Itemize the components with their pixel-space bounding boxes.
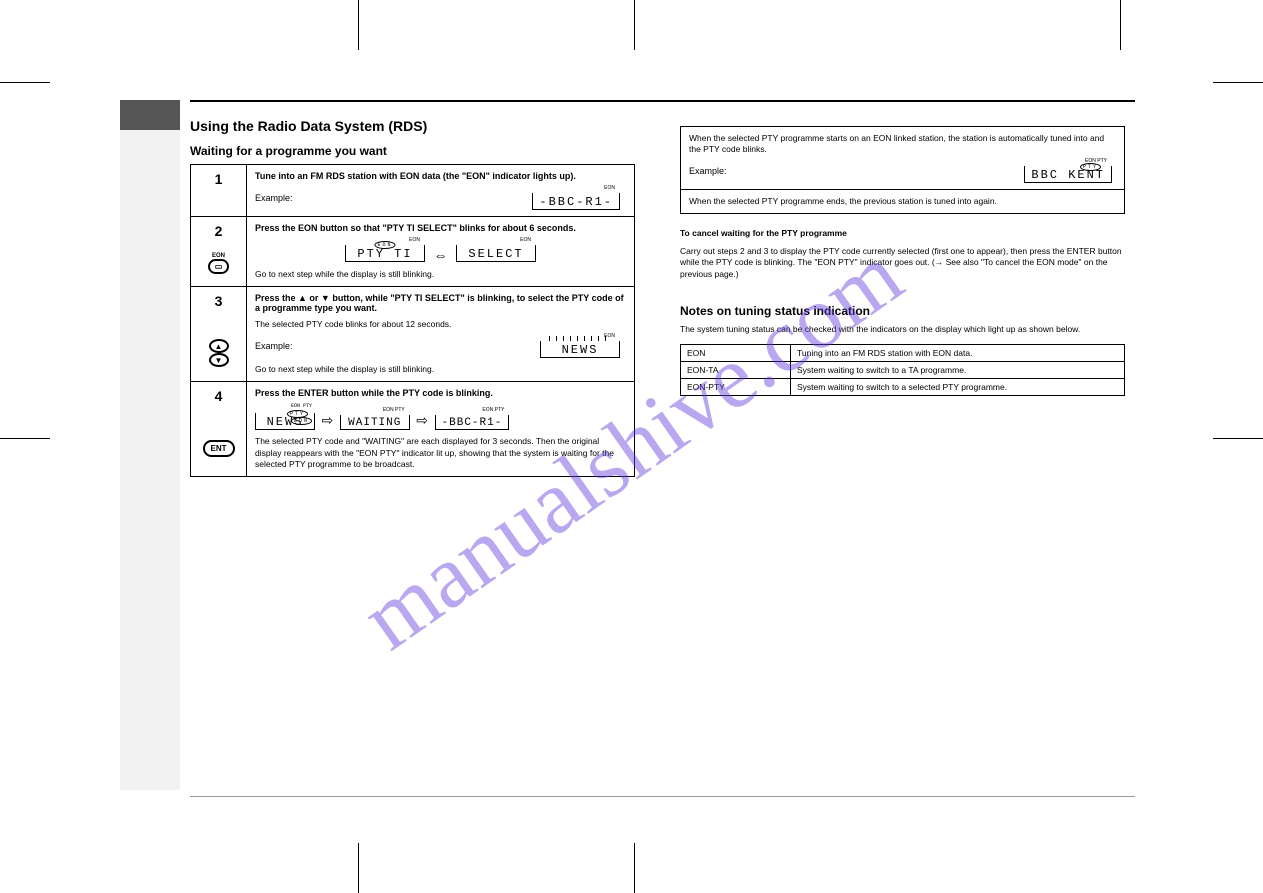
step-num-1: 1: [191, 165, 247, 217]
eon-indicator-table: EON Tuning into an FM RDS station with E…: [680, 344, 1125, 396]
step-body-4: Press the ENTER button while the PTY cod…: [247, 382, 635, 477]
lcd-pty-ti: EON EON PTY TI: [345, 245, 425, 262]
lcd-select: EON SELECT: [456, 245, 536, 262]
lcd-bbc-r1-2: EON PTY -BBC-R1-: [435, 415, 510, 430]
steps-table: 1 Tune into an FM RDS station with EON d…: [190, 164, 635, 477]
step1-example-label: Example:: [255, 193, 293, 203]
step2-note: Go to next step while the display is sti…: [255, 269, 626, 280]
content-area: Using the Radio Data System (RDS) Waitin…: [190, 100, 1135, 477]
top-rule: [190, 100, 1135, 102]
double-arrow-icon: ⇔: [434, 247, 448, 263]
step3-note: Go to next step while the display is sti…: [255, 364, 626, 375]
cancel-text: Carry out steps 2 and 3 to display the P…: [680, 246, 1125, 280]
lcd-waiting: EON PTY WAITING: [340, 415, 410, 430]
step3-example-label: Example:: [255, 341, 293, 351]
enter-button-icon: ENT: [203, 440, 235, 457]
step-row-1: 1 Tune into an FM RDS station with EON d…: [191, 165, 635, 217]
step1-text: Tune into an FM RDS station with EON dat…: [255, 171, 626, 181]
arrow-right-icon-2: ⇨: [416, 412, 428, 429]
eon-row-2: EON-TA System waiting to switch to a TA …: [681, 361, 1125, 378]
step2-text: Press the EON button so that "PTY TI SEL…: [255, 223, 626, 233]
step-body-3: Press the ▲ or ▼ button, while "PTY TI S…: [247, 287, 635, 382]
lcd-news-2: EON PTY PTY EON NEWS: [255, 413, 315, 430]
lcd-bbc-kent: EON PTY PTY BBC KENT: [1024, 166, 1112, 183]
step3-text1: Press the ▲ or ▼ button, while "PTY TI S…: [255, 293, 626, 313]
right-column: When the selected PTY programme starts o…: [680, 120, 1125, 396]
cancel-header: To cancel waiting for the PTY programme: [680, 228, 1125, 239]
right-text-1: When the selected PTY programme starts o…: [689, 133, 1116, 156]
step-body-1: Tune into an FM RDS station with EON dat…: [247, 165, 635, 217]
eon-row-3: EON-PTY System waiting to switch to a se…: [681, 378, 1125, 395]
down-button-icon: ▼: [209, 353, 229, 367]
step-row-2: 2 EON ▭ Press the EON button so that "PT…: [191, 217, 635, 287]
right-example-label: Example:: [689, 166, 727, 176]
eon-row-1: EON Tuning into an FM RDS station with E…: [681, 344, 1125, 361]
right-box: When the selected PTY programme starts o…: [680, 126, 1125, 214]
step-row-3: 3 ▲ ▼ Press the ▲ or ▼ button, while "PT…: [191, 287, 635, 382]
step4-text1: Press the ENTER button while the PTY cod…: [255, 388, 626, 398]
sidebar-header-block: [120, 100, 180, 130]
eon-button-icon: ▭: [208, 259, 230, 274]
left-column: Using the Radio Data System (RDS) Waitin…: [190, 118, 635, 477]
arrow-right-icon: ⇨: [322, 412, 334, 429]
right-row-1: When the selected PTY programme starts o…: [681, 127, 1125, 190]
step4-text2: The selected PTY code and "WAITING" are …: [255, 436, 626, 470]
step-num-4: 4 ENT: [191, 382, 247, 477]
right-text-2: When the selected PTY programme ends, th…: [689, 196, 1116, 207]
right-row-2: When the selected PTY programme ends, th…: [681, 189, 1125, 213]
step-body-2: Press the EON button so that "PTY TI SEL…: [247, 217, 635, 287]
bottom-rule: [190, 796, 1135, 797]
up-button-icon: ▲: [209, 339, 229, 353]
step-row-4: 4 ENT Press the ENTER button while the P…: [191, 382, 635, 477]
step3-text2: The selected PTY code blinks for about 1…: [255, 319, 626, 330]
step-num-2: 2 EON ▭: [191, 217, 247, 287]
sidebar: [120, 100, 180, 790]
section-title: Using the Radio Data System (RDS): [190, 118, 635, 134]
left-subtitle: Waiting for a programme you want: [190, 144, 635, 158]
page-wrapper: Using the Radio Data System (RDS) Waitin…: [120, 100, 1140, 800]
notes-header: Notes on tuning status indication: [680, 304, 1125, 318]
step-num-3: 3 ▲ ▼: [191, 287, 247, 382]
lcd-news: EON NEWS: [540, 341, 620, 358]
notes-text: The system tuning status can be checked …: [680, 324, 1125, 335]
lcd-bbc-r1: EON -BBC-R1-: [532, 193, 620, 210]
